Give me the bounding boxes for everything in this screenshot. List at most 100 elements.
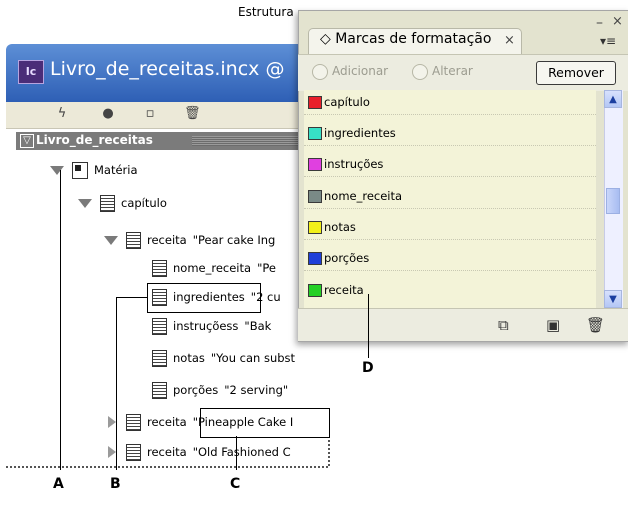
- element-label: capítulo: [121, 196, 167, 210]
- structure-toolbar: ϟ ● ▫ 🗑: [6, 102, 328, 129]
- window-title: Livro_de_receitas.incx @: [50, 58, 285, 80]
- map-tags-icon[interactable]: ⧉: [498, 316, 509, 334]
- callout-b-label: B: [110, 476, 121, 492]
- tags-panel-footer: [298, 308, 628, 341]
- tree-row-materia[interactable]: Matéria: [50, 160, 138, 180]
- tag-color-swatch: [308, 157, 322, 171]
- change-radio-label: Alterar: [432, 64, 473, 78]
- callout-c-label: C: [230, 476, 241, 492]
- add-radio[interactable]: [312, 64, 328, 80]
- callout-c-line: [236, 436, 237, 470]
- tag-item-receita[interactable]: receita: [308, 278, 364, 302]
- tag-name: receita: [324, 283, 364, 297]
- lightning-icon[interactable]: ϟ: [54, 106, 70, 122]
- list-divider: [304, 208, 596, 209]
- element-icon: [152, 317, 167, 335]
- scroll-up-icon[interactable]: ▲: [604, 90, 622, 108]
- tab-close-icon[interactable]: ×: [504, 33, 515, 48]
- new-element-icon[interactable]: ▫: [142, 106, 158, 122]
- panel-minimize-icon[interactable]: –: [596, 15, 603, 31]
- element-icon: [152, 381, 167, 399]
- tree-row-notas[interactable]: notas "You can subst: [152, 348, 295, 368]
- element-label: porções: [173, 383, 219, 397]
- element-icon: [152, 259, 167, 277]
- panel-close-icon[interactable]: ×: [612, 14, 623, 29]
- callout-a-line: [60, 170, 61, 470]
- element-icon: [126, 413, 141, 431]
- window-edge-right: [328, 440, 330, 466]
- list-divider: [304, 239, 596, 240]
- tag-color-swatch: [308, 283, 322, 297]
- element-icon: [126, 231, 141, 249]
- callout-d-label: D: [362, 360, 374, 376]
- element-value: "Old Fashioned C: [192, 445, 291, 459]
- story-icon: [72, 161, 88, 179]
- trash-icon[interactable]: 🗑: [184, 106, 201, 122]
- callout-a-label: A: [53, 476, 64, 492]
- element-icon: [100, 194, 115, 212]
- tag-item-capitulo[interactable]: capítulo: [308, 90, 370, 114]
- tag-item-instrucoes[interactable]: instruções: [308, 152, 383, 176]
- element-value: "You can subst: [210, 351, 296, 365]
- root-expand-icon[interactable]: ▽: [20, 134, 34, 148]
- list-divider: [304, 145, 596, 146]
- element-value: "2 serving": [224, 383, 289, 397]
- callout-c-box: [200, 408, 330, 438]
- new-tag-icon[interactable]: ▣: [546, 316, 560, 334]
- element-label: nome_receita: [173, 261, 252, 275]
- structure-label: Estrutura: [238, 5, 294, 19]
- callout-b-line: [116, 297, 117, 470]
- element-label: notas: [173, 351, 205, 365]
- expand-triangle-icon[interactable]: [78, 198, 92, 208]
- tag-name: porções: [324, 251, 370, 265]
- tab-tags-label: ◇ Marcas de formatação: [320, 31, 492, 47]
- tree-row-capitulo[interactable]: capítulo: [78, 193, 167, 213]
- element-value: "Pear cake Ing: [192, 233, 276, 247]
- expand-triangle-icon[interactable]: [50, 165, 64, 175]
- callout-b-box: [147, 283, 261, 313]
- tag-item-nome-receita[interactable]: nome_receita: [308, 184, 402, 208]
- element-label: receita: [147, 233, 187, 247]
- list-divider: [304, 114, 596, 115]
- tree-row-instrucoes[interactable]: instruçõess "Bak: [152, 316, 271, 336]
- change-radio[interactable]: [412, 64, 428, 80]
- record-icon[interactable]: ●: [100, 106, 116, 122]
- element-label: receita: [147, 445, 187, 459]
- tag-color-swatch: [308, 95, 322, 109]
- tree-row-receita[interactable]: receita "Pear cake Ing: [104, 230, 275, 250]
- expand-triangle-icon[interactable]: [104, 235, 118, 245]
- element-value: "Pe: [257, 261, 276, 275]
- tag-item-porcoes[interactable]: porções: [308, 246, 369, 270]
- element-value: "Bak: [244, 319, 272, 333]
- tag-name: ingredientes: [324, 126, 396, 140]
- panel-menu-icon[interactable]: ▾≡: [600, 34, 616, 48]
- tag-item-notas[interactable]: notas: [308, 215, 356, 239]
- element-label: receita: [147, 415, 187, 429]
- tag-item-ingredientes[interactable]: ingredientes: [308, 121, 396, 145]
- tag-name: notas: [324, 220, 356, 234]
- tree-row-nome-receita[interactable]: nome_receita "Pe: [152, 258, 276, 278]
- list-divider: [304, 176, 596, 177]
- tag-name: capítulo: [324, 95, 370, 109]
- tree-root-label: Livro_de_receitas: [36, 133, 153, 147]
- add-radio-label: Adicionar: [332, 64, 389, 78]
- tree-row-receita-old[interactable]: receita "Old Fashioned C: [106, 442, 291, 462]
- tag-color-swatch: [308, 126, 322, 140]
- window-edge-bottom: [6, 466, 328, 468]
- remove-button[interactable]: Remover: [536, 61, 616, 85]
- element-label: instruçõess: [173, 319, 239, 333]
- tag-name: nome_receita: [324, 189, 403, 203]
- tag-color-swatch: [308, 251, 322, 265]
- scroll-thumb[interactable]: [606, 188, 620, 214]
- tag-color-swatch: [308, 220, 322, 234]
- scroll-down-icon[interactable]: ▼: [604, 290, 622, 308]
- delete-tag-icon[interactable]: 🗑: [586, 316, 605, 334]
- collapse-triangle-icon[interactable]: [108, 446, 116, 458]
- incopy-app-icon: Ic: [18, 60, 44, 84]
- callout-b-connector: [116, 297, 147, 298]
- element-label: Matéria: [94, 163, 138, 177]
- element-icon: [126, 443, 141, 461]
- tag-name: instruções: [324, 157, 384, 171]
- collapse-triangle-icon[interactable]: [108, 416, 116, 428]
- tree-row-porcoes[interactable]: porções "2 serving": [152, 380, 288, 400]
